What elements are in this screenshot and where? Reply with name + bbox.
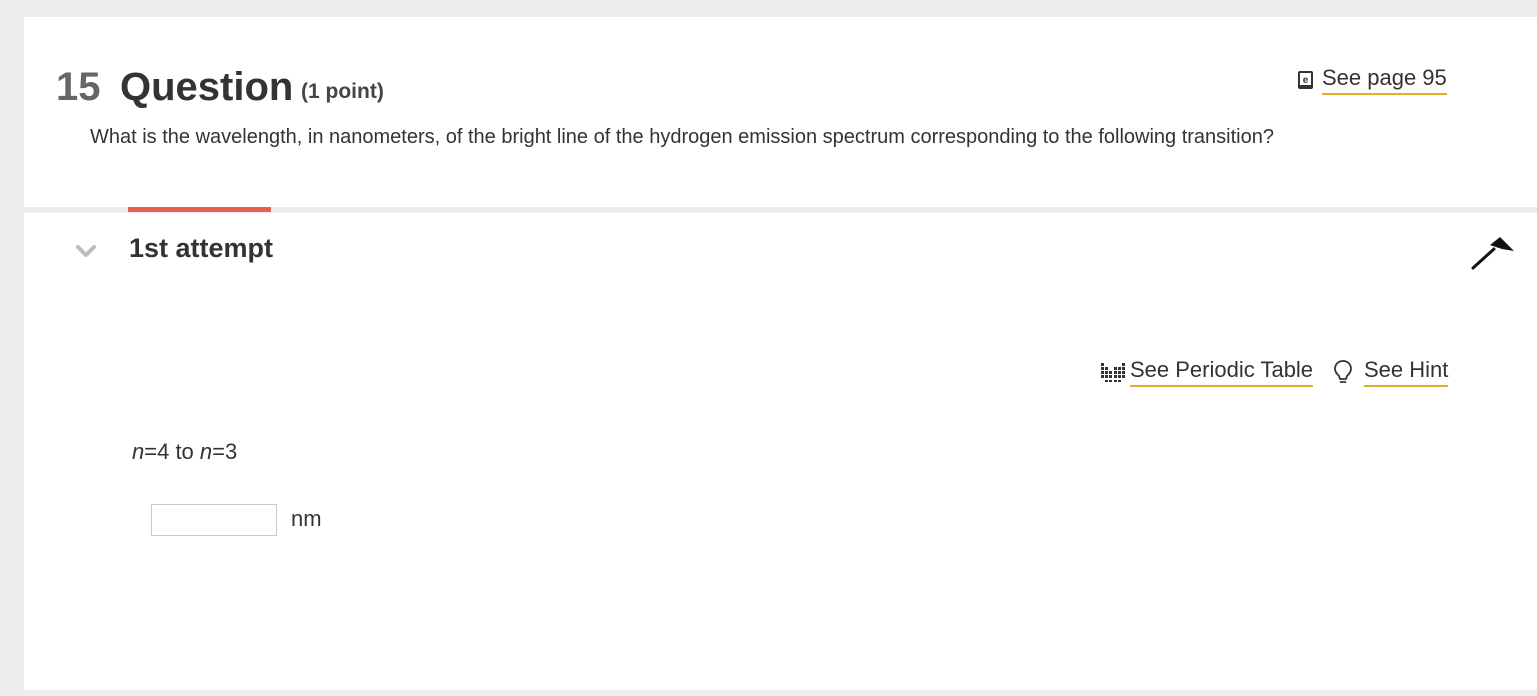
variable-n-2: n (199, 439, 213, 464)
see-page-link[interactable]: e See page 95 (1298, 65, 1447, 95)
variable-n-1: n (132, 439, 145, 464)
see-periodic-table-link[interactable]: See Periodic Table (1101, 357, 1314, 387)
transition-text: n=4 to n=3 (132, 439, 237, 465)
attempt-panel: 1st attempt See Periodic Table See Hint … (24, 207, 1537, 690)
transition-part-1: =4 to (144, 439, 200, 464)
attempt-title: 1st attempt (129, 233, 274, 263)
attempt-tab-indicator (128, 207, 271, 212)
question-number: 15 (56, 65, 101, 109)
unit-label: nm (291, 506, 322, 531)
answer-input[interactable] (151, 504, 277, 536)
question-text: What is the wavelength, in nanometers, o… (90, 126, 1274, 148)
flag-icon[interactable] (1470, 235, 1518, 271)
see-hint-label: See Hint (1364, 357, 1449, 387)
chevron-down-icon[interactable] (75, 243, 97, 259)
svg-text:e: e (1303, 75, 1309, 86)
see-page-label: See page 95 (1322, 65, 1447, 95)
periodic-table-icon (1101, 363, 1125, 382)
question-header: 15 Question (1 point) e See page 95 What… (24, 17, 1537, 207)
lightbulb-icon (1334, 360, 1352, 383)
transition-part-2: =3 (212, 439, 238, 464)
see-periodic-table-label: See Periodic Table (1130, 357, 1314, 387)
see-hint-link[interactable]: See Hint (1333, 357, 1449, 387)
page: 15 Question (1 point) e See page 95 What… (0, 0, 1537, 696)
question-title: Question (120, 65, 294, 109)
ebook-icon: e (1298, 71, 1313, 89)
question-points: (1 point) (301, 80, 384, 103)
